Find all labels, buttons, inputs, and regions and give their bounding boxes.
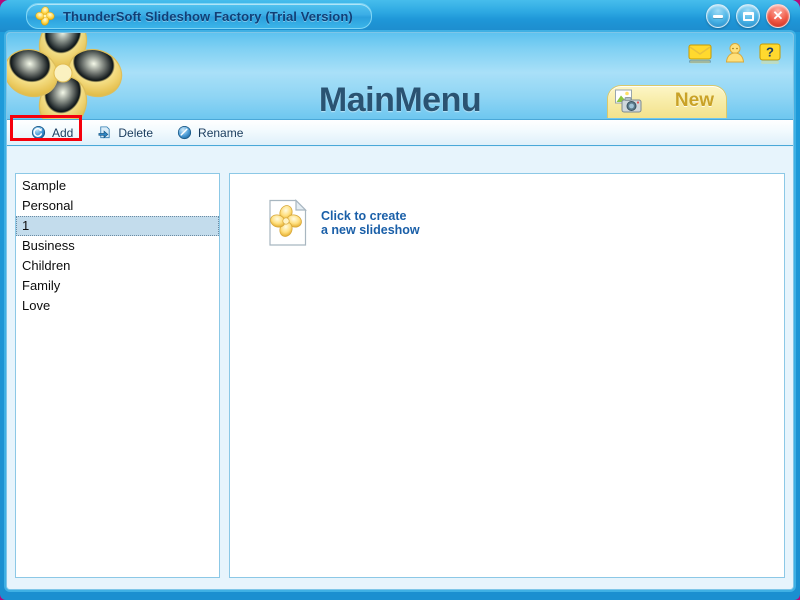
slideshow-panel: Click to create a new slideshow [229,173,785,578]
list-item[interactable]: Family [16,276,219,296]
delete-page-icon [98,126,110,139]
list-item[interactable]: Love [16,296,219,316]
user-icon[interactable] [722,41,748,65]
content-area: Sample Personal 1 Business Children Fami… [7,147,793,589]
header-banner: MainMenu ? New [7,33,793,119]
rename-label: Rename [198,125,244,140]
new-button-label: New [674,90,714,111]
create-line-2: a new slideshow [321,223,420,237]
maximize-button[interactable] [736,4,760,28]
application-window: ThunderSoft Slideshow Factory (Trial Ver… [0,0,800,600]
mail-icon[interactable] [687,41,713,65]
add-button[interactable]: Add [27,123,83,142]
new-slideshow-document-icon [269,199,307,246]
toolbar: Add Delete Rename [7,119,793,146]
photo-camera-icon [615,89,642,113]
delete-label: Delete [118,125,154,140]
close-icon: ✕ [772,8,784,23]
app-flower-icon [35,6,55,26]
list-item[interactable]: 1 [16,216,219,236]
add-label: Add [52,125,74,140]
rename-button[interactable]: Rename [173,123,253,142]
window-title: ThunderSoft Slideshow Factory (Trial Ver… [63,8,353,24]
minimize-icon [713,14,723,18]
maximize-icon [742,11,754,21]
window-controls: ✕ [706,4,790,28]
delete-button[interactable]: Delete [93,123,163,142]
list-item[interactable]: Business [16,236,219,256]
close-button[interactable]: ✕ [766,4,790,28]
title-plate: ThunderSoft Slideshow Factory (Trial Ver… [26,3,372,29]
list-item[interactable]: Personal [16,196,219,216]
minimize-button[interactable] [706,4,730,28]
refresh-circle-icon [31,125,46,140]
rename-circle-icon [177,125,192,140]
category-list: Sample Personal 1 Business Children Fami… [16,174,219,316]
category-list-panel: Sample Personal 1 Business Children Fami… [15,173,220,578]
new-slideshow-button[interactable]: New [607,85,727,118]
create-slideshow-label: Click to create a new slideshow [321,209,420,237]
svg-text:?: ? [766,45,774,60]
client-area: MainMenu ? New Add Delete Rename Sample … [6,32,794,590]
list-item[interactable]: Children [16,256,219,276]
create-line-1: Click to create [321,209,407,223]
header-icon-group: ? [687,41,783,65]
list-item[interactable]: Sample [16,176,219,196]
title-bar: ThunderSoft Slideshow Factory (Trial Ver… [0,0,800,32]
help-icon[interactable]: ? [757,41,783,65]
create-slideshow-tile[interactable]: Click to create a new slideshow [267,199,420,247]
